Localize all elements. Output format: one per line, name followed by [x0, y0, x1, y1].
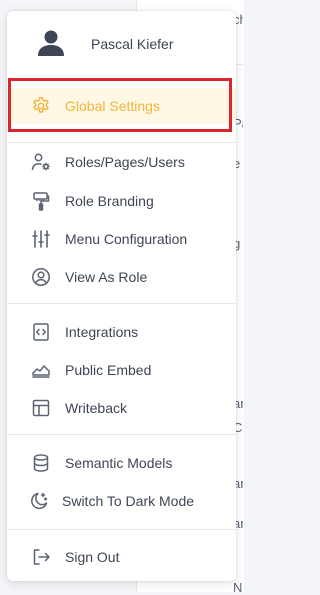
menu-item-global-settings[interactable]: Global Settings — [7, 88, 236, 124]
user-gear-icon — [31, 152, 51, 172]
menu-item-view-as-role[interactable]: View As Role — [7, 259, 236, 295]
menu-item-label: Global Settings — [65, 98, 160, 114]
table-icon — [31, 398, 51, 418]
moon-stars-icon — [29, 491, 49, 511]
menu-divider — [7, 434, 236, 435]
user-name: Pascal Kiefer — [91, 36, 174, 52]
code-file-icon — [31, 322, 51, 342]
paint-roller-icon — [31, 191, 51, 211]
avatar — [35, 27, 67, 59]
menu-item-sign-out[interactable]: Sign Out — [7, 539, 236, 575]
menu-divider — [7, 142, 236, 143]
menu-item-public-embed[interactable]: Public Embed — [7, 352, 236, 388]
menu-item-label: Sign Out — [65, 549, 120, 565]
menu-item-label: Menu Configuration — [65, 231, 188, 247]
menu-divider — [7, 529, 236, 530]
menu-item-roles-pages-users[interactable]: Roles/Pages/Users — [7, 144, 236, 180]
menu-item-semantic-models[interactable]: Semantic Models — [7, 445, 236, 481]
user-circle-icon — [31, 267, 51, 287]
sign-out-icon — [31, 547, 51, 567]
menu-item-label: View As Role — [65, 269, 148, 285]
gear-icon — [31, 96, 51, 116]
menu-item-label: Writeback — [65, 400, 127, 416]
menu-item-label: Integrations — [65, 324, 139, 340]
menu-item-label: Switch To Dark Mode — [62, 493, 195, 509]
menu-item-label: Role Branding — [65, 193, 154, 209]
menu-item-integrations[interactable]: Integrations — [7, 314, 236, 350]
sliders-icon — [31, 229, 51, 249]
menu-item-writeback[interactable]: Writeback — [7, 390, 236, 426]
area-chart-icon — [31, 360, 51, 380]
database-icon — [31, 453, 51, 473]
menu-item-label: Semantic Models — [65, 455, 173, 471]
menu-item-label: Roles/Pages/Users — [65, 154, 185, 170]
menu-item-switch-to-dark-mode[interactable]: Switch To Dark Mode — [7, 483, 236, 519]
user-dropdown-menu: Pascal Kiefer Global Settings Roles/Page… — [7, 11, 236, 581]
user-avatar-icon — [38, 30, 64, 56]
menu-item-role-branding[interactable]: Role Branding — [7, 183, 236, 219]
menu-divider — [7, 303, 236, 304]
user-header: Pascal Kiefer — [7, 11, 236, 75]
background-text-fragment: N — [233, 580, 243, 595]
menu-item-menu-configuration[interactable]: Menu Configuration — [7, 221, 236, 257]
menu-item-label: Public Embed — [65, 362, 152, 378]
